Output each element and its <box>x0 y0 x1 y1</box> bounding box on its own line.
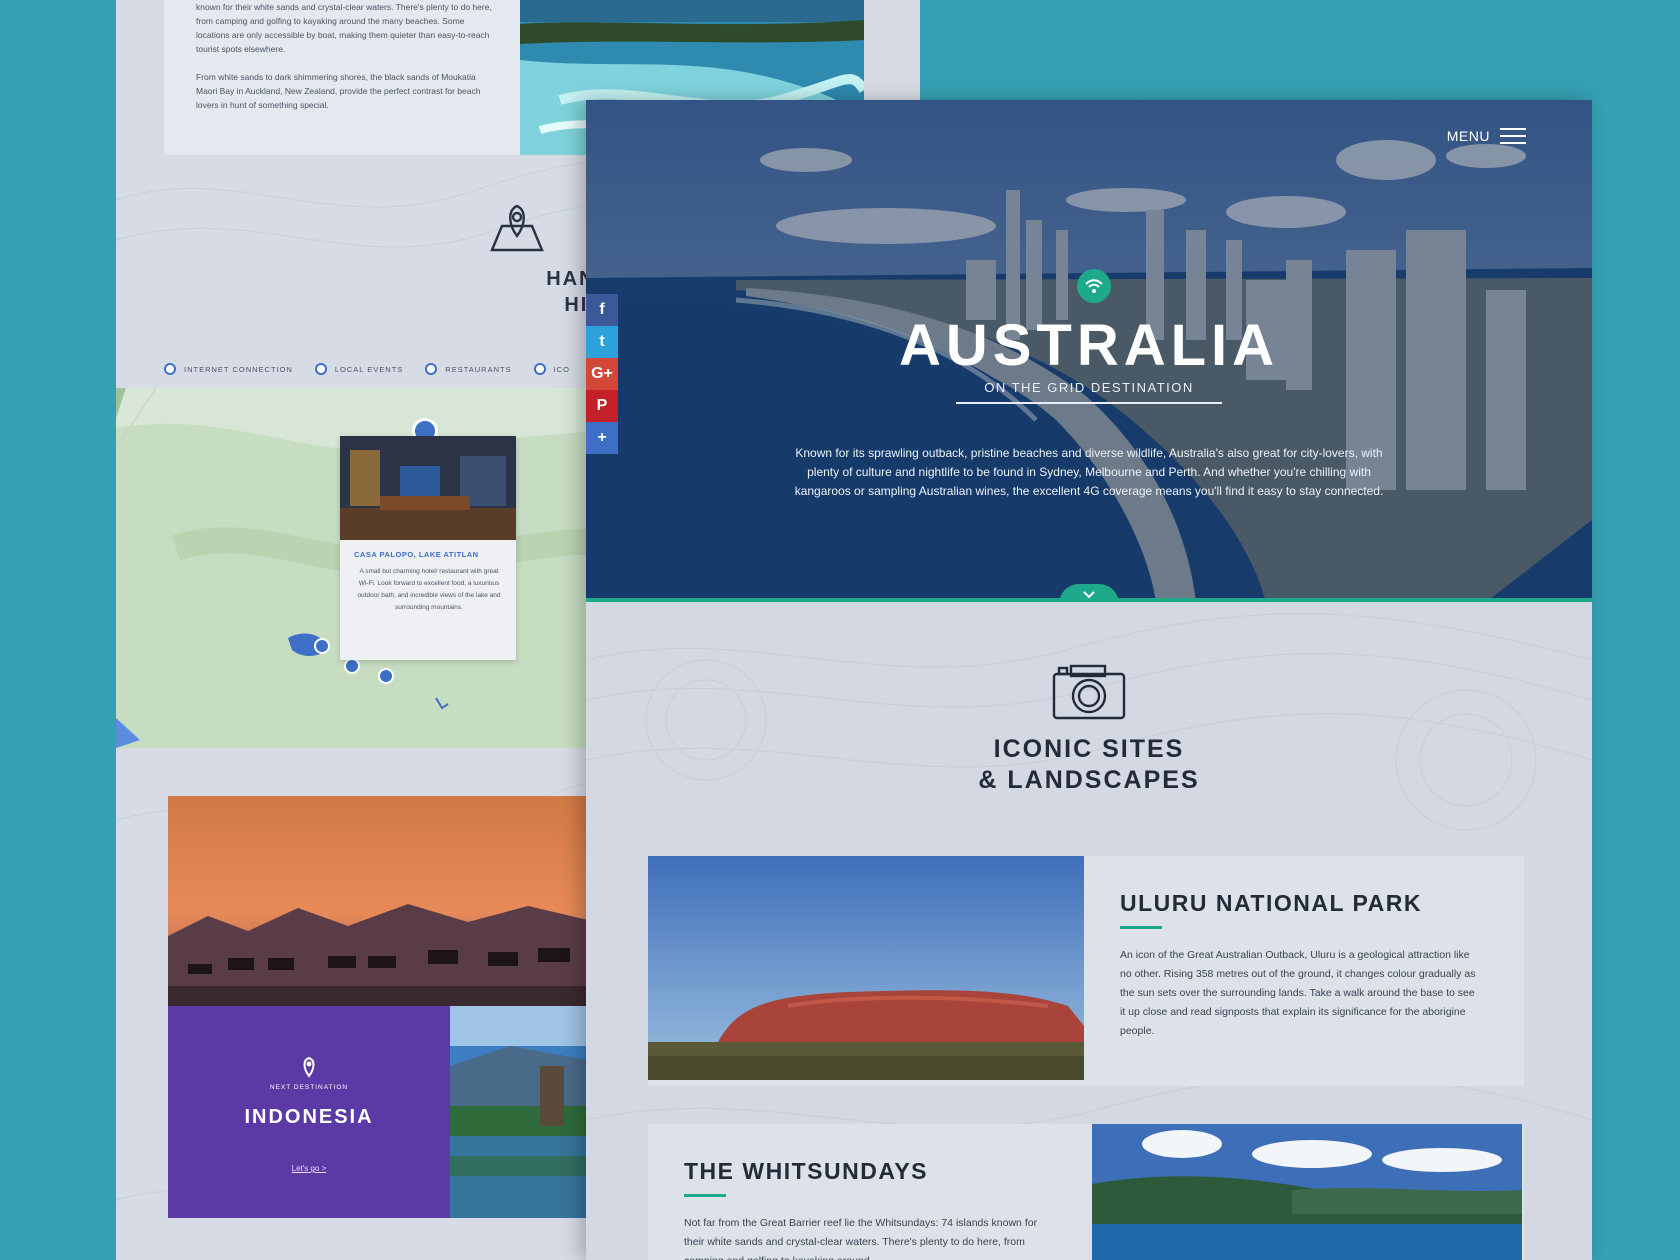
hero-subtitle: ON THE GRID DESTINATION <box>984 380 1194 395</box>
wifi-icon <box>1085 279 1103 293</box>
plus-icon: + <box>597 429 607 446</box>
legend-restaurants[interactable]: RESTAURANTS <box>425 363 511 375</box>
uluru-description: An icon of the Great Australian Outback,… <box>1120 949 1476 1037</box>
hotel-photo <box>340 436 516 540</box>
plus-share-button[interactable]: + <box>586 422 618 454</box>
legend-label: ICO <box>553 364 570 374</box>
legend-label: INTERNET CONNECTION <box>184 364 293 374</box>
whitsundays-photo <box>1092 1124 1522 1260</box>
next-destination-title: INDONESIA <box>244 1106 374 1128</box>
calendar-icon <box>314 363 327 375</box>
wifi-badge <box>1077 269 1111 303</box>
whitsundays-title: THE WHITSUNDAYS <box>684 1158 928 1184</box>
location-pin-icon <box>303 1056 315 1078</box>
wifi-icon <box>164 363 176 375</box>
map-card-text: A small but charming hotel/ restaurant w… <box>357 568 501 611</box>
map-popup-card[interactable]: CASA PALOPO, LAKE ATITLAN A small but ch… <box>340 436 516 660</box>
camera-icon <box>1052 664 1126 720</box>
legend-internet[interactable]: INTERNET CONNECTION <box>164 363 293 375</box>
uluru-title: ULURU NATIONAL PARK <box>1120 890 1422 916</box>
menu-label: MENU <box>1446 128 1490 144</box>
legend-label: LOCAL EVENTS <box>334 364 404 374</box>
next-destination-label: NEXT DESTINATION <box>269 1084 349 1091</box>
uluru-accent-line <box>1120 926 1162 929</box>
camel-sunset-photo <box>168 796 588 1006</box>
next-destination-card[interactable]: NEXT DESTINATION INDONESIA Let's go > <box>168 1006 450 1218</box>
section-title: ICONIC SITES & LANDSCAPES <box>586 734 1592 796</box>
map-pin[interactable] <box>344 658 360 674</box>
pinterest-icon: P <box>596 397 608 414</box>
whitsundays-accent-line <box>684 1194 726 1197</box>
section-title-line2: & LANDSCAPES <box>978 766 1200 794</box>
lets-go-link[interactable]: Let's go > <box>168 1164 450 1173</box>
hero-description: Known for its sprawling outback, pristin… <box>794 446 1384 498</box>
menu-button[interactable]: MENU <box>1447 128 1526 144</box>
map-card-title: CASA PALOPO, LAKE ATITLAN <box>354 550 479 559</box>
legend-local-events[interactable]: LOCAL EVENTS <box>314 363 404 375</box>
section-title-line1: ICONIC SITES <box>993 735 1185 763</box>
hero-underline <box>956 402 1222 404</box>
intro-paragraph-1: known for their white sands and crystal-… <box>196 2 492 54</box>
map-pin[interactable] <box>378 668 394 684</box>
landmark-icon <box>533 363 546 375</box>
map-pin-icon <box>490 204 544 252</box>
temple-photo <box>450 1006 588 1218</box>
legend-iconic[interactable]: ICO <box>533 363 570 375</box>
front-page: MENU f t G+ P + AUSTRALIA ON THE GRID DESTIN… <box>586 100 1592 1260</box>
map-pin[interactable] <box>314 638 330 654</box>
uluru-photo <box>648 856 1084 1080</box>
hero-accent-bar <box>586 598 1592 602</box>
hamburger-icon <box>1500 128 1526 144</box>
legend-label: RESTAURANTS <box>445 364 512 374</box>
intro-paragraph-2: From white sands to dark shimmering shor… <box>196 72 481 110</box>
map-legend: INTERNET CONNECTION LOCAL EVENTS RESTAUR… <box>164 363 570 375</box>
whitsundays-description: Not far from the Great Barrier reef lie … <box>684 1217 1038 1260</box>
restaurant-icon <box>425 363 438 375</box>
hero-title: AUSTRALIA <box>898 313 1280 378</box>
hero-section: MENU f t G+ P + AUSTRALIA ON THE GRID DESTIN… <box>586 100 1592 602</box>
